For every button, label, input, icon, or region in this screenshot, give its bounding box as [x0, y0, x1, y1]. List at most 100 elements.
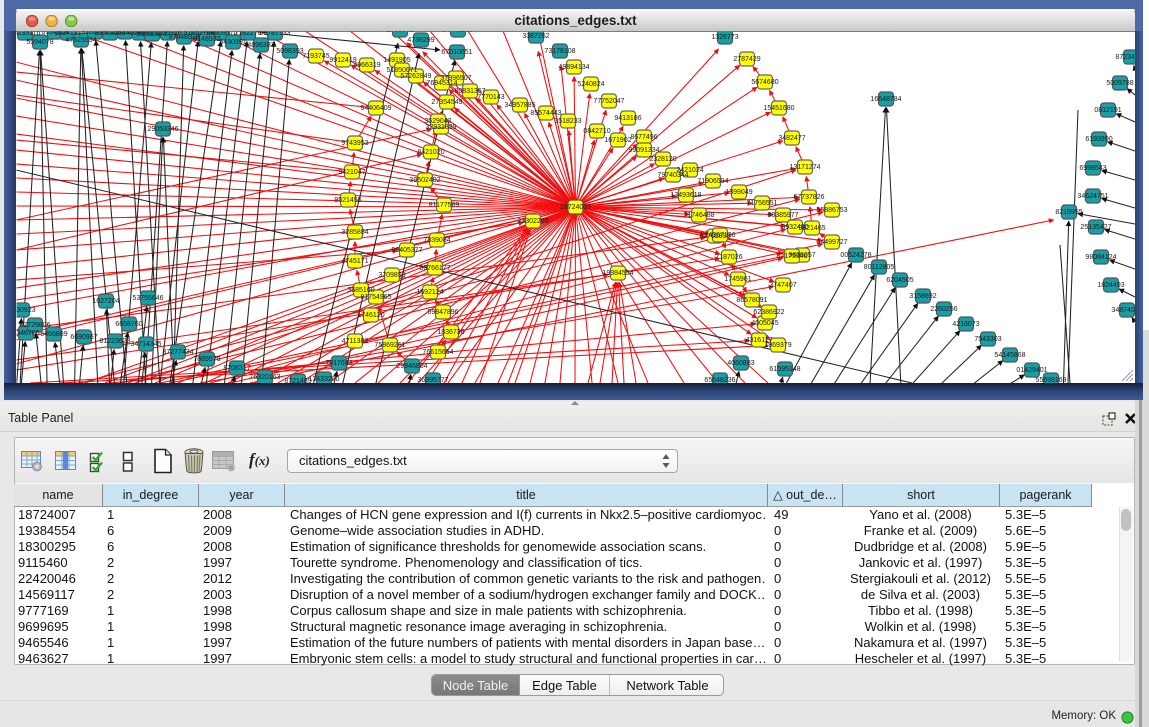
svg-text:65787133: 65787133	[259, 30, 290, 37]
svg-text:6690967: 6690967	[70, 334, 97, 341]
svg-text:87234309: 87234309	[1115, 54, 1146, 61]
svg-text:9743953: 9743953	[341, 140, 368, 147]
svg-text:5430391: 5430391	[219, 39, 246, 46]
svg-text:4216073: 4216073	[952, 321, 979, 328]
svg-text:1031051: 1031051	[386, 27, 413, 34]
svg-text:62386922: 62386922	[753, 309, 784, 316]
svg-text:1399049: 1399049	[725, 189, 752, 196]
svg-text:49894134: 49894134	[558, 64, 589, 71]
svg-text:65648236: 65648236	[704, 377, 735, 384]
svg-text:7917693: 7917693	[325, 360, 352, 367]
svg-text:71756551: 71756551	[746, 200, 777, 207]
svg-text:18724007: 18724007	[560, 204, 591, 211]
svg-text:5240824: 5240824	[577, 81, 604, 88]
svg-text:8677496: 8677496	[630, 134, 657, 141]
svg-text:3747407: 3747407	[769, 282, 796, 289]
svg-text:7346706: 7346706	[12, 330, 39, 337]
svg-text:6998543: 6998543	[1079, 165, 1106, 172]
svg-text:2787429: 2787429	[733, 56, 760, 63]
svg-text:25135427: 25135427	[1080, 224, 1111, 231]
svg-text:2328120: 2328120	[649, 156, 676, 163]
svg-text:47525534: 47525534	[65, 37, 96, 44]
svg-text:6193990: 6193990	[1085, 136, 1112, 143]
svg-text:3518233: 3518233	[554, 118, 581, 125]
svg-text:3285884: 3285884	[341, 229, 368, 236]
svg-text:94406409: 94406409	[360, 105, 391, 112]
svg-text:5466889: 5466889	[40, 331, 67, 338]
svg-text:9821465: 9821465	[798, 225, 825, 232]
svg-text:99091334: 99091334	[628, 147, 659, 154]
svg-text:13493618: 13493618	[670, 192, 701, 199]
svg-text:28809570: 28809570	[206, 30, 237, 37]
svg-text:81177589: 81177589	[429, 202, 460, 209]
svg-text:74367136: 74367136	[704, 232, 735, 239]
svg-text:00524278: 00524278	[840, 252, 871, 259]
svg-text:1746120: 1746120	[357, 312, 384, 319]
svg-text:81223623: 81223623	[99, 338, 130, 345]
svg-text:4745171: 4745171	[341, 258, 368, 265]
svg-text:2260256: 2260256	[930, 306, 957, 313]
svg-text:23302203: 23302203	[517, 218, 548, 225]
svg-text:53755646: 53755646	[132, 295, 163, 302]
svg-text:2421024: 2421024	[676, 167, 703, 174]
svg-text:9421047: 9421047	[338, 169, 365, 176]
svg-text:8215955: 8215955	[1055, 209, 1082, 216]
svg-text:4896383: 4896383	[247, 42, 274, 49]
svg-text:13433200: 13433200	[308, 376, 339, 383]
svg-text:4005045: 4005045	[751, 320, 778, 327]
svg-text:15451680: 15451680	[763, 105, 794, 112]
svg-text:76320163: 76320163	[249, 374, 280, 381]
svg-text:80112805: 80112805	[864, 264, 895, 271]
svg-text:96405377: 96405377	[391, 247, 422, 254]
svg-text:8148932: 8148932	[193, 36, 220, 43]
svg-text:55886753: 55886753	[816, 207, 847, 214]
svg-text:5098393: 5098393	[276, 48, 303, 55]
svg-text:4738299: 4738299	[407, 37, 434, 44]
svg-text:7187026: 7187026	[715, 254, 742, 261]
svg-text:75869261: 75869261	[374, 342, 405, 349]
svg-text:37631165: 37631165	[443, 27, 474, 34]
svg-text:1836736: 1836736	[437, 329, 464, 336]
svg-text:34624751: 34624751	[1077, 193, 1108, 200]
svg-text:19384554: 19384554	[602, 270, 633, 277]
svg-text:34957885: 34957885	[504, 102, 535, 109]
svg-text:5009788: 5009788	[1106, 80, 1133, 87]
svg-text:69847896: 69847896	[427, 309, 458, 316]
svg-text:1627204: 1627204	[92, 298, 119, 305]
svg-text:1592124: 1592124	[416, 289, 443, 296]
svg-text:71906594: 71906594	[697, 178, 728, 185]
svg-text:16648784: 16648784	[870, 96, 901, 103]
svg-text:9413186: 9413186	[614, 115, 641, 122]
svg-text:3685160: 3685160	[347, 287, 374, 294]
svg-text:3709859: 3709859	[378, 272, 405, 279]
svg-text:1969379: 1969379	[764, 342, 791, 349]
svg-text:67010651: 67010651	[441, 49, 472, 56]
svg-text:0812191: 0812191	[1094, 107, 1121, 114]
svg-text:4966319: 4966319	[353, 62, 380, 69]
svg-text:34874016: 34874016	[1111, 307, 1142, 314]
svg-text:0330923: 0330923	[8, 307, 35, 314]
svg-text:9521456: 9521456	[334, 197, 361, 204]
svg-text:55698169: 55698169	[1035, 377, 1066, 384]
svg-text:00766177: 00766177	[419, 265, 450, 272]
svg-text:7543303: 7543303	[974, 336, 1001, 343]
svg-text:98084124: 98084124	[1085, 254, 1116, 261]
svg-text:7839084: 7839084	[423, 237, 450, 244]
svg-text:73178108: 73178108	[544, 48, 575, 55]
svg-text:5674680: 5674680	[751, 79, 778, 86]
svg-text:5594078: 5594078	[26, 39, 53, 46]
svg-text:34714345: 34714345	[130, 341, 161, 348]
svg-text:1326773: 1326773	[711, 34, 738, 41]
svg-text:86578091: 86578091	[736, 297, 767, 304]
svg-text:0842710: 0842710	[583, 128, 610, 135]
svg-text:4060883: 4060883	[727, 360, 754, 367]
svg-text:87277434: 87277434	[162, 349, 193, 356]
svg-text:61595148: 61595148	[769, 366, 800, 373]
svg-text:3529042: 3529042	[424, 118, 451, 125]
svg-text:3482477: 3482477	[778, 135, 805, 142]
svg-text:1671902: 1671902	[604, 137, 631, 144]
svg-text:3387262: 3387262	[522, 33, 549, 40]
svg-text:27354549: 27354549	[431, 99, 462, 106]
svg-text:1491905: 1491905	[383, 57, 410, 64]
svg-text:67737826: 67737826	[793, 194, 824, 201]
